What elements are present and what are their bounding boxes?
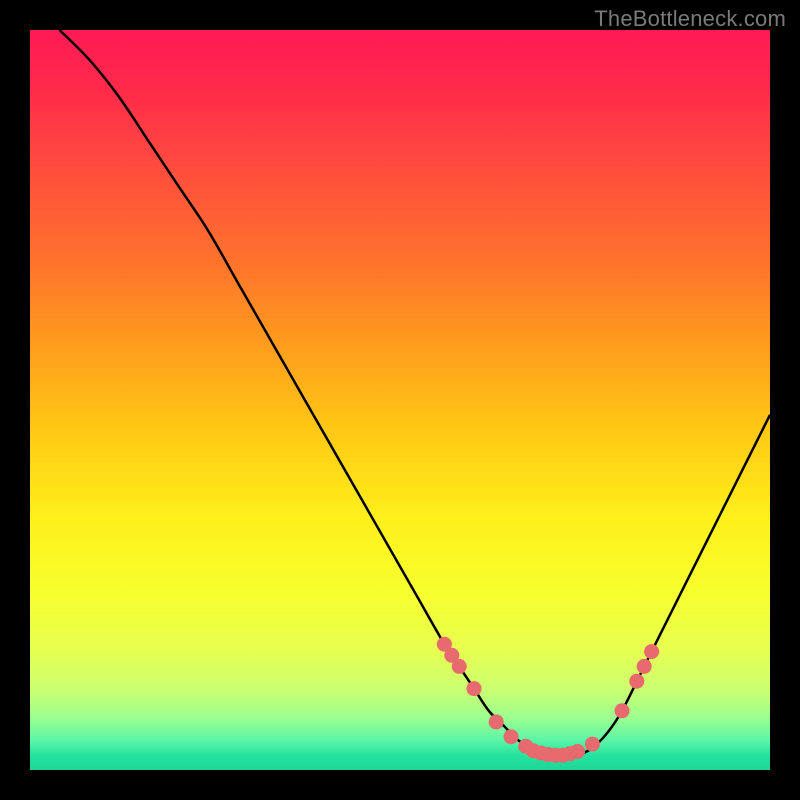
curve-marker bbox=[467, 681, 482, 696]
curve-marker bbox=[489, 714, 504, 729]
curve-marker bbox=[585, 737, 600, 752]
plot-area bbox=[30, 30, 770, 770]
curve-markers bbox=[437, 637, 659, 763]
curve-marker bbox=[570, 744, 585, 759]
curve-marker bbox=[629, 674, 644, 689]
curve-marker bbox=[504, 729, 519, 744]
curve-marker bbox=[615, 703, 630, 718]
curve-marker bbox=[637, 659, 652, 674]
chart-svg bbox=[30, 30, 770, 770]
watermark-text: TheBottleneck.com bbox=[594, 6, 786, 32]
curve-marker bbox=[452, 659, 467, 674]
bottleneck-curve bbox=[60, 30, 770, 756]
curve-marker bbox=[644, 644, 659, 659]
